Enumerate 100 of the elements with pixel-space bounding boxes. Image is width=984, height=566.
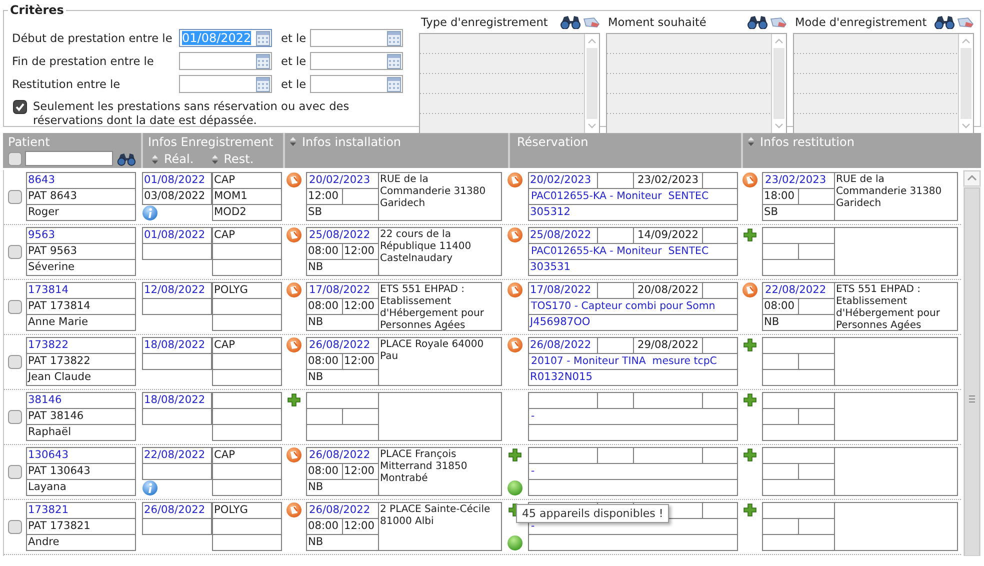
row-checkbox[interactable] [8, 520, 22, 534]
device-link[interactable]: - [529, 464, 737, 479]
date-link[interactable]: 26/08/2022 [307, 338, 378, 353]
date-field[interactable] [310, 52, 403, 70]
serial-link[interactable]: R0132N015 [529, 370, 737, 385]
date-link[interactable]: 25/08/2022 [307, 228, 378, 243]
sort-icon[interactable] [748, 137, 754, 146]
site-code: NB [307, 535, 378, 550]
calendar-icon[interactable] [256, 77, 270, 92]
sort-icon[interactable] [212, 154, 218, 164]
patient-link[interactable]: 173821 [27, 503, 135, 518]
add-icon[interactable] [508, 448, 522, 462]
date-link[interactable]: 01/08/2022 [143, 173, 211, 188]
date-link[interactable]: 26/08/2022 [307, 503, 378, 518]
row-checkbox[interactable] [8, 464, 22, 478]
date-link[interactable]: 20/02/2023 [307, 173, 378, 188]
note-icon[interactable] [507, 172, 523, 188]
scrollbar[interactable] [963, 170, 981, 556]
device-link[interactable]: PAC012655-KA - Moniteur SENTEC [529, 244, 737, 259]
availability-dot[interactable] [507, 535, 523, 551]
date-link[interactable]: 17/08/2022 [307, 283, 378, 298]
availability-dot[interactable] [507, 480, 523, 496]
date-link[interactable]: 12/08/2022 [143, 283, 211, 298]
device-link[interactable]: - [529, 409, 737, 424]
row-checkbox[interactable] [8, 300, 22, 314]
date-link[interactable]: 20/02/2023 [529, 173, 597, 188]
panel-title: Critères [9, 3, 65, 17]
date-link[interactable]: 18/08/2022 [143, 338, 211, 353]
select-all-checkbox[interactable] [8, 152, 22, 166]
binoculars-icon[interactable] [559, 15, 581, 29]
date-link[interactable]: 23/02/2023 [763, 173, 834, 188]
note-icon[interactable] [507, 282, 523, 298]
date-field[interactable] [179, 75, 272, 93]
date-link[interactable]: 26/08/2022 [143, 503, 211, 518]
scrollbar[interactable] [958, 34, 973, 133]
checkbox[interactable] [13, 100, 27, 114]
column-header: Infos Enregistrement [148, 134, 274, 148]
date-link[interactable]: 18/08/2022 [143, 393, 211, 408]
patient-link[interactable]: 173822 [27, 338, 135, 353]
calendar-icon[interactable] [387, 54, 401, 69]
patient-link[interactable]: 8643 [27, 173, 135, 188]
date-link[interactable]: 22/08/2022 [763, 283, 834, 298]
date-field[interactable] [310, 29, 403, 47]
note-icon[interactable] [286, 502, 302, 518]
serial-link[interactable]: 303531 [529, 260, 737, 275]
row-checkbox[interactable] [8, 244, 22, 258]
date-field[interactable] [179, 52, 272, 70]
binoculars-icon[interactable] [746, 15, 768, 29]
patient-link[interactable]: 130643 [27, 448, 135, 463]
note-icon[interactable] [286, 337, 302, 353]
time-text: 12:00 [343, 244, 378, 259]
info-icon[interactable] [142, 480, 158, 496]
note-icon[interactable] [286, 227, 302, 243]
device-link[interactable]: TOS170 - Capteur combi pour Somn [529, 299, 737, 314]
table-cell [213, 535, 281, 550]
calendar-icon[interactable] [387, 31, 401, 46]
binoculars-icon[interactable] [933, 15, 955, 29]
add-icon[interactable] [743, 503, 757, 517]
add-icon[interactable] [743, 448, 757, 462]
note-icon[interactable] [286, 282, 302, 298]
note-icon[interactable] [742, 172, 758, 188]
row-checkbox[interactable] [8, 354, 22, 368]
scrollbar[interactable] [584, 34, 599, 133]
table-cell [634, 448, 702, 463]
patient-link[interactable]: 9563 [27, 228, 135, 243]
note-icon[interactable] [286, 447, 302, 463]
info-icon[interactable] [142, 205, 158, 221]
calendar-icon[interactable] [256, 31, 270, 46]
device-link[interactable]: PAC012655-KA - Moniteur SENTEC [529, 189, 737, 204]
sort-icon[interactable] [290, 137, 296, 146]
date-link[interactable]: 26/08/2022 [529, 338, 597, 353]
binoculars-icon[interactable] [116, 152, 136, 166]
sort-icon[interactable] [152, 154, 158, 164]
date-link[interactable]: 26/08/2022 [307, 448, 378, 463]
add-icon[interactable] [743, 338, 757, 352]
serial-link[interactable]: J456987OO [529, 315, 737, 330]
add-icon[interactable] [743, 228, 757, 242]
note-icon[interactable] [286, 172, 302, 188]
serial-link[interactable]: 305312 [529, 205, 737, 220]
patient-name: Layana [27, 480, 135, 495]
date-link[interactable]: 01/08/2022 [143, 228, 211, 243]
row-checkbox[interactable] [8, 410, 22, 424]
site-code: NB [307, 370, 378, 385]
date-link[interactable]: 17/08/2022 [529, 283, 597, 298]
note-icon[interactable] [507, 227, 523, 243]
calendar-icon[interactable] [387, 77, 401, 92]
scrollbar[interactable] [771, 34, 786, 133]
search-field[interactable] [25, 151, 113, 166]
date-link[interactable]: 25/08/2022 [529, 228, 597, 243]
note-icon[interactable] [507, 337, 523, 353]
add-icon[interactable] [743, 393, 757, 407]
add-icon[interactable] [287, 393, 301, 407]
calendar-icon[interactable] [256, 54, 270, 69]
note-icon[interactable] [742, 282, 758, 298]
patient-link[interactable]: 173814 [27, 283, 135, 298]
patient-link[interactable]: 38146 [27, 393, 135, 408]
date-field[interactable] [310, 75, 403, 93]
date-link[interactable]: 22/08/2022 [143, 448, 211, 463]
row-checkbox[interactable] [8, 190, 22, 204]
device-link[interactable]: 20107 - Moniteur TINA mesure tcpC [529, 354, 737, 369]
